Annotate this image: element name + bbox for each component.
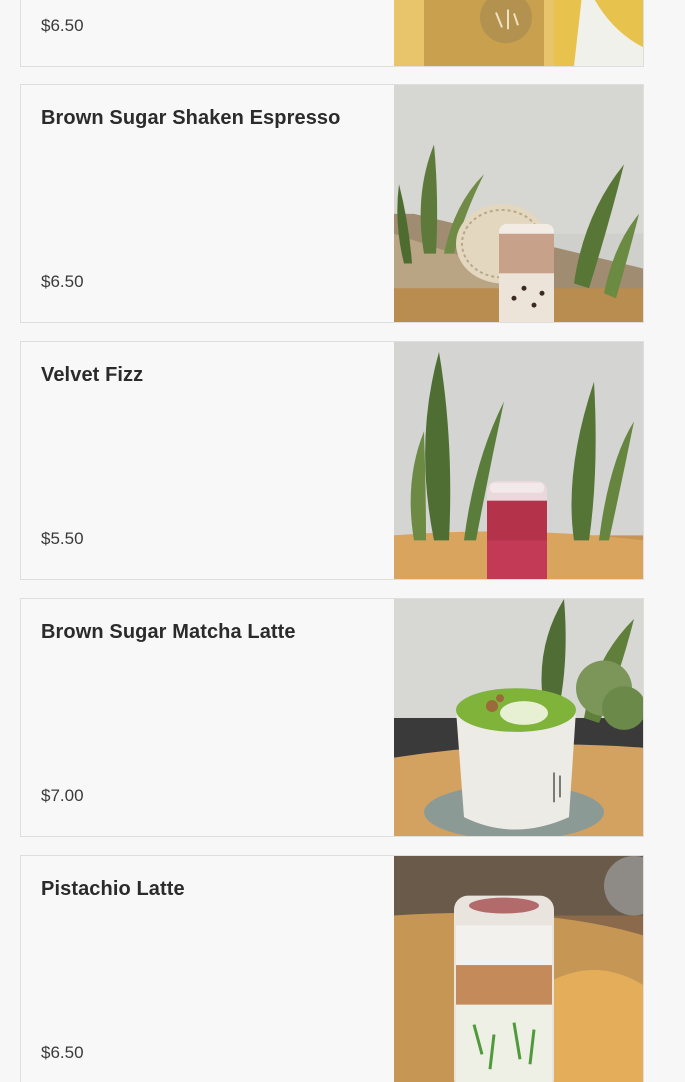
menu-item-info: Pistachio Latte $6.50: [21, 856, 395, 1082]
menu-item-name: Brown Sugar Shaken Espresso: [41, 107, 341, 129]
menu-item-card[interactable]: Velvet Fizz $5.50: [20, 341, 644, 580]
menu-item-info: Brown Sugar Matcha Latte $7.00: [21, 599, 395, 836]
menu-item-card[interactable]: $6.50: [20, 0, 644, 67]
menu-item-price: $7.00: [41, 786, 84, 805]
menu-item-name: Brown Sugar Matcha Latte: [41, 621, 296, 643]
menu-item-photo: [394, 0, 643, 66]
menu-item-card[interactable]: Brown Sugar Shaken Espresso $6.50: [20, 84, 644, 323]
menu-item-photo: [394, 85, 643, 322]
menu-item-photo: [394, 599, 643, 836]
menu-item-info: Velvet Fizz $5.50: [21, 342, 395, 579]
menu-item-photo: [394, 342, 643, 579]
menu-item-info: Brown Sugar Shaken Espresso $6.50: [21, 85, 395, 322]
menu-item-list: $6.50 Brown Sugar Shaken Espresso $6.50: [0, 0, 685, 1082]
menu-item-price: $6.50: [41, 272, 84, 291]
menu-item-name: Pistachio Latte: [41, 878, 185, 900]
menu-item-photo: [394, 856, 643, 1082]
menu-item-info: $6.50: [21, 0, 395, 66]
menu-item-card[interactable]: Brown Sugar Matcha Latte $7.00: [20, 598, 644, 837]
menu-item-card[interactable]: Pistachio Latte $6.50: [20, 855, 644, 1082]
menu-item-price: $5.50: [41, 529, 84, 548]
menu-item-price: $6.50: [41, 1043, 84, 1062]
menu-item-price: $6.50: [41, 16, 84, 35]
menu-item-name: Velvet Fizz: [41, 364, 144, 386]
